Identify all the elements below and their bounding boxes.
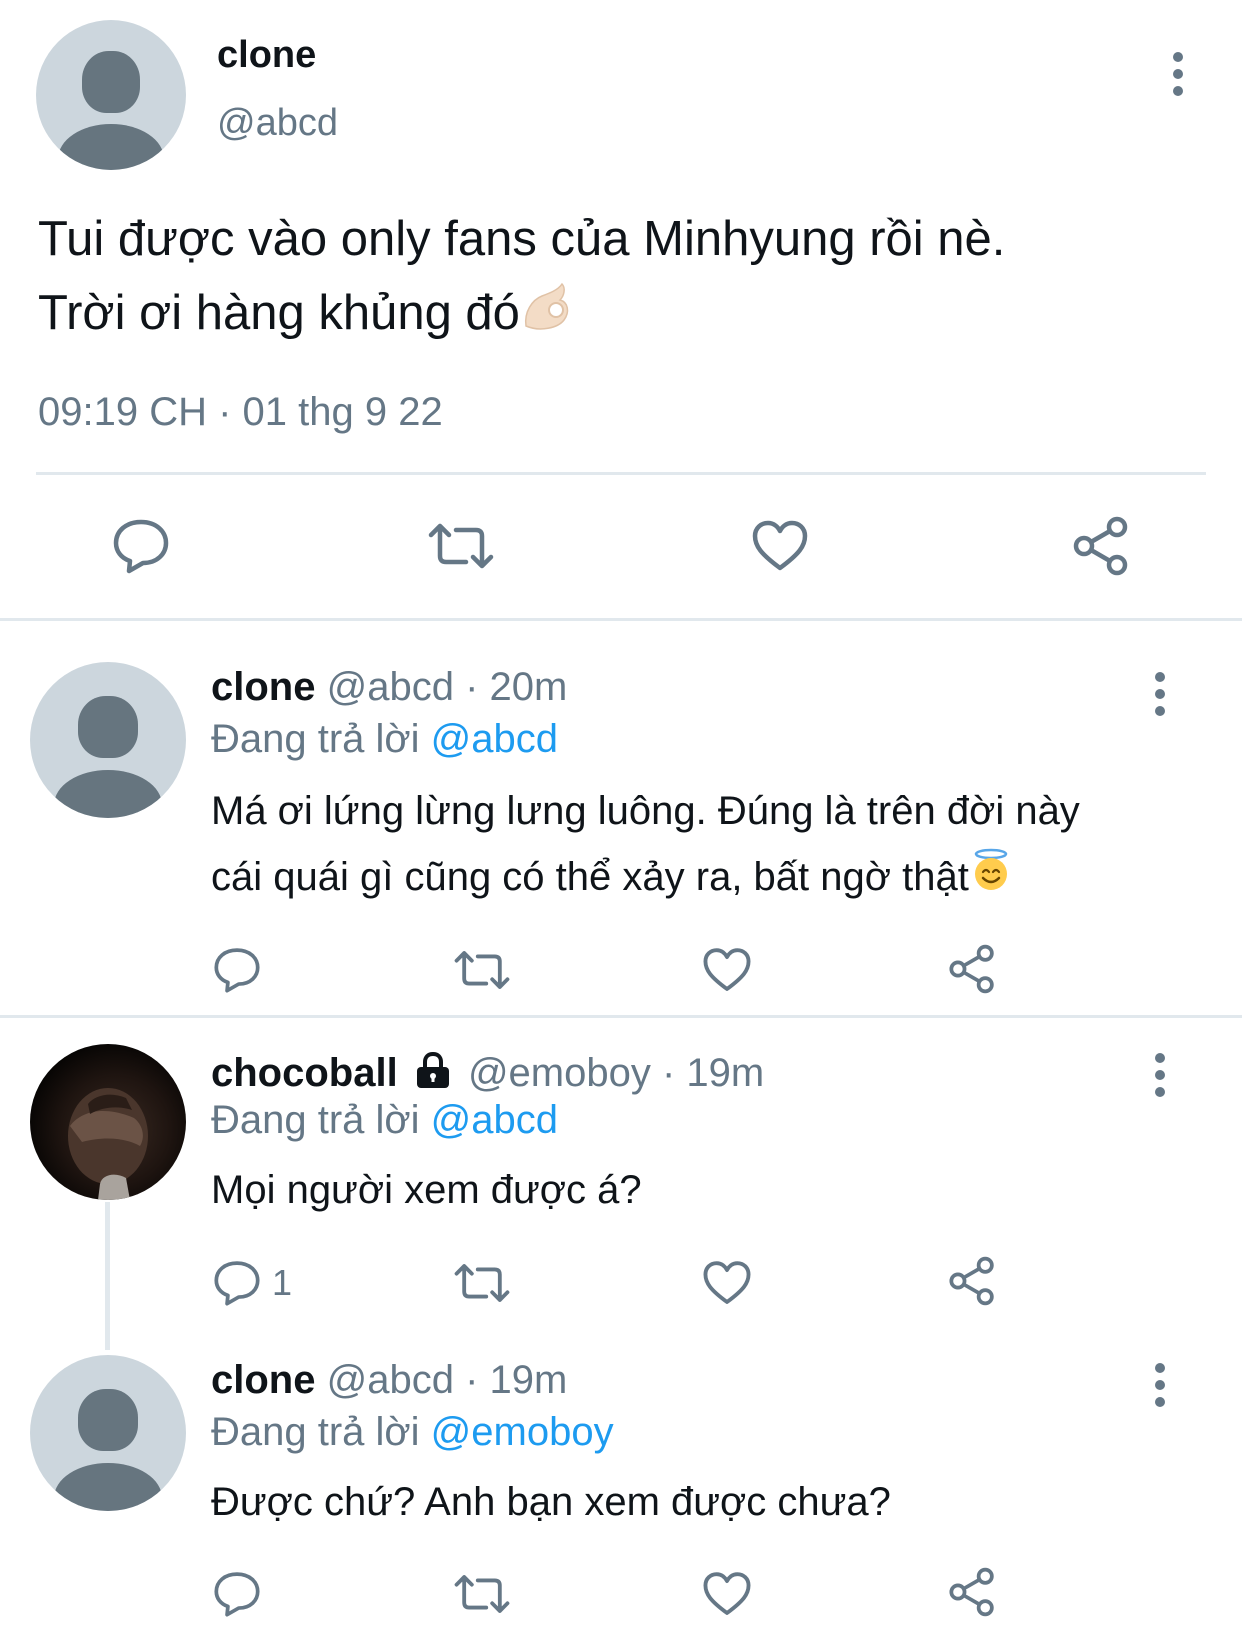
reply-text: Mọi người xem được á? bbox=[211, 1168, 642, 1212]
like-icon[interactable] bbox=[702, 1571, 752, 1617]
like-icon[interactable] bbox=[702, 1260, 752, 1306]
share-icon[interactable] bbox=[948, 1567, 996, 1617]
retweet-icon[interactable] bbox=[454, 949, 510, 991]
replying-to: Đang trả lời @abcd bbox=[211, 717, 558, 762]
reply-header: chocoball @emoboy · 19m bbox=[211, 1050, 764, 1100]
replying-label: Đang trả lời bbox=[211, 1410, 420, 1454]
share-icon[interactable] bbox=[948, 1256, 996, 1306]
replying-to: Đang trả lời @emoboy bbox=[211, 1410, 614, 1455]
share-icon[interactable] bbox=[948, 944, 996, 994]
divider bbox=[36, 472, 1206, 475]
avatar[interactable] bbox=[30, 662, 186, 818]
reply-count: 1 bbox=[272, 1262, 293, 1303]
display-name[interactable]: clone bbox=[211, 1358, 315, 1402]
avatar[interactable] bbox=[30, 1044, 186, 1200]
section-divider bbox=[0, 618, 1242, 621]
reply-header: clone @abcd · 19m bbox=[211, 1358, 567, 1403]
replying-label: Đang trả lời bbox=[211, 1098, 420, 1142]
retweet-icon[interactable] bbox=[454, 1262, 510, 1304]
avatar[interactable] bbox=[36, 20, 186, 170]
mention-link[interactable]: @emoboy bbox=[431, 1410, 614, 1454]
reply-icon[interactable] bbox=[213, 1570, 261, 1618]
reply-text-line: Má ơi lứng lừng lưng luông. Đúng là trên… bbox=[211, 789, 1080, 833]
reply-icon[interactable] bbox=[213, 946, 261, 994]
replying-label: Đang trả lời bbox=[211, 717, 420, 761]
handle-and-time: @emoboy · 19m bbox=[467, 1051, 765, 1095]
retweet-icon[interactable] bbox=[428, 522, 494, 570]
tweet-text-line: Tui được vào only fans của Minhyung rồi … bbox=[38, 212, 1006, 266]
like-icon[interactable] bbox=[702, 947, 752, 993]
more-options-icon[interactable] bbox=[1155, 1053, 1165, 1104]
retweet-icon[interactable] bbox=[454, 1573, 510, 1615]
lock-icon bbox=[413, 1050, 453, 1100]
handle[interactable]: @abcd bbox=[217, 102, 338, 145]
reply-text: Má ơi lứng lừng lưng luông. Đúng là trên… bbox=[211, 778, 1211, 912]
avatar[interactable] bbox=[30, 1355, 186, 1511]
more-options-icon[interactable] bbox=[1155, 1363, 1165, 1414]
more-options-icon[interactable] bbox=[1173, 52, 1183, 103]
like-icon[interactable] bbox=[751, 520, 809, 572]
display-name[interactable]: clone bbox=[211, 665, 315, 709]
timestamp[interactable]: 09:19 CH · 01 thg 9 22 bbox=[38, 390, 443, 435]
handle-and-time: @abcd · 19m bbox=[326, 1358, 568, 1402]
share-icon[interactable] bbox=[1072, 516, 1130, 576]
handle-and-time: @abcd · 20m bbox=[326, 665, 568, 709]
display-name[interactable]: clone bbox=[217, 34, 316, 77]
tweet-text-line: Trời ơi hàng khủng đó bbox=[38, 286, 520, 340]
display-name[interactable]: chocoball bbox=[211, 1051, 398, 1095]
ok-hand-emoji-icon bbox=[520, 279, 572, 353]
reply-icon[interactable] bbox=[112, 518, 170, 574]
mention-link[interactable]: @abcd bbox=[431, 1098, 558, 1142]
mention-link[interactable]: @abcd bbox=[431, 717, 558, 761]
reply-text-line: cái quái gì cũng có thể xảy ra, bất ngờ … bbox=[211, 855, 969, 899]
more-options-icon[interactable] bbox=[1155, 672, 1165, 723]
halo-smile-emoji-icon bbox=[969, 846, 1013, 912]
reply-icon[interactable] bbox=[213, 1259, 261, 1307]
section-divider bbox=[0, 1015, 1242, 1018]
reply-text: Được chứ? Anh bạn xem được chưa? bbox=[211, 1480, 891, 1524]
tweet-text: Tui được vào only fans của Minhyung rồi … bbox=[38, 202, 1218, 353]
reply-header: clone @abcd · 20m bbox=[211, 665, 567, 710]
thread-line bbox=[105, 1202, 110, 1350]
replying-to: Đang trả lời @abcd bbox=[211, 1098, 558, 1143]
